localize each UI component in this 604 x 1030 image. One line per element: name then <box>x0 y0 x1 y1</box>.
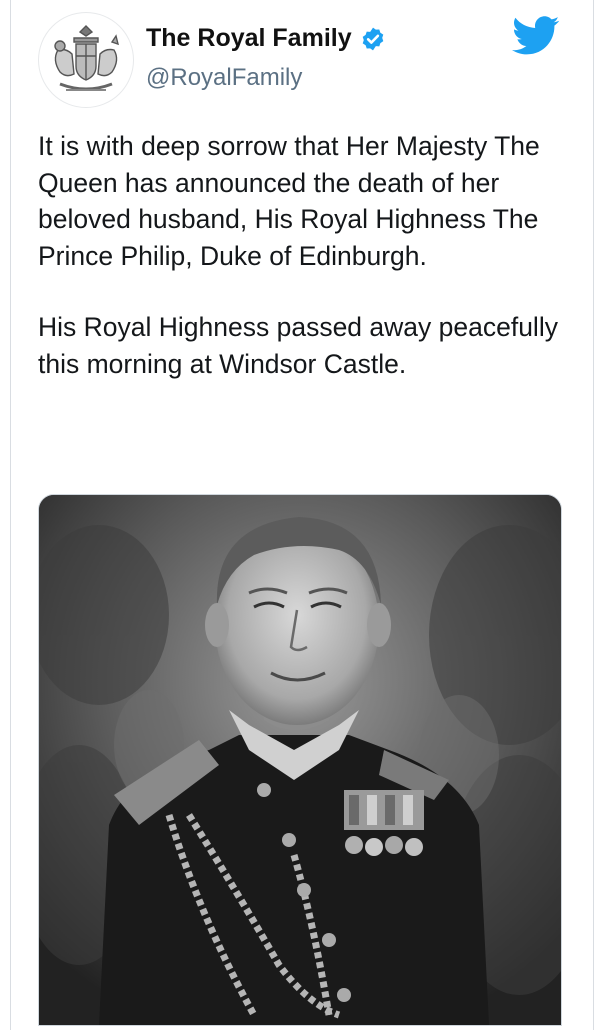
profile-avatar[interactable] <box>38 12 134 108</box>
account-display-name[interactable]: The Royal Family <box>146 24 352 53</box>
tweet-paragraph: It is with deep sorrow that Her Majesty … <box>38 131 540 271</box>
tweet-text: It is with deep sorrow that Her Majesty … <box>38 128 568 382</box>
verified-badge-icon <box>362 27 383 50</box>
account-display-name-row[interactable]: The Royal Family <box>146 24 386 53</box>
portrait-photo <box>39 495 561 1025</box>
tweet-paragraph: His Royal Highness passed away peacefull… <box>38 312 558 379</box>
twitter-bird-icon[interactable] <box>512 16 560 56</box>
royal-coat-of-arms-icon <box>54 25 119 91</box>
tweet-media-photo[interactable] <box>38 494 562 1026</box>
account-handle[interactable]: @RoyalFamily <box>146 64 302 92</box>
